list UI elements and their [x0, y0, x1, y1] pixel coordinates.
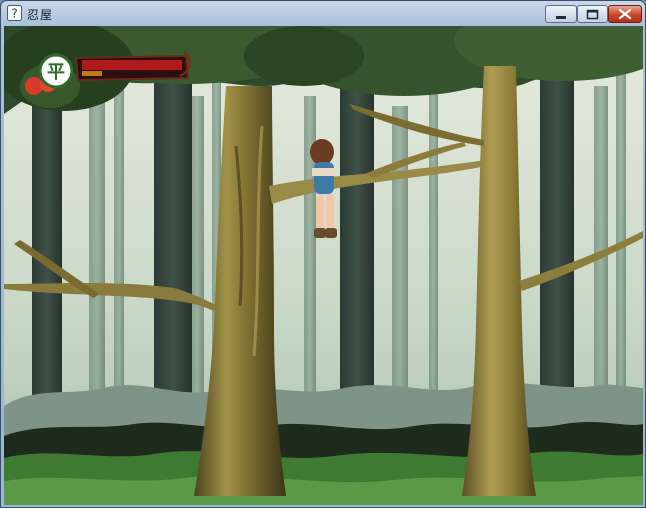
- close-icon: [618, 8, 632, 20]
- game-viewport[interactable]: 平: [4, 26, 643, 505]
- app-icon: ?: [7, 5, 22, 21]
- health-bar: [82, 60, 182, 70]
- background-bushes: [4, 382, 643, 505]
- maximize-button[interactable]: [577, 5, 608, 23]
- minimize-icon: [556, 16, 566, 19]
- stamina-bar: [82, 71, 102, 76]
- title-bar[interactable]: ? 忍屋: [1, 1, 645, 26]
- minimize-button[interactable]: [545, 5, 577, 23]
- maximize-icon: [586, 9, 599, 20]
- window-title: 忍屋: [27, 8, 54, 22]
- close-button[interactable]: [608, 5, 642, 23]
- svg-text:?: ?: [11, 7, 17, 21]
- emblem-text: 平: [47, 62, 65, 83]
- forest-scene: 平: [4, 26, 643, 505]
- game-window: ? 忍屋 平: [0, 0, 646, 508]
